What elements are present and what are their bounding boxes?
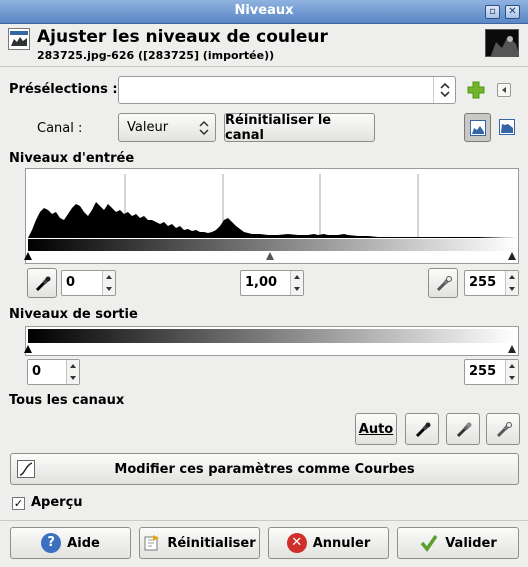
reset-label: Réinitialiser <box>167 535 256 551</box>
combo-arrows-icon <box>195 116 213 140</box>
footer-separator <box>0 520 528 521</box>
input-gamma-handle[interactable] <box>266 252 274 260</box>
cancel-label: Annuler <box>312 535 371 551</box>
spinner-arrows-icon[interactable] <box>505 271 518 295</box>
channel-combo[interactable]: Valeur <box>118 113 216 142</box>
input-gamma-spinner[interactable]: 1,00 <box>240 270 304 296</box>
minimize-icon: ▫ <box>489 6 496 17</box>
output-low-value: 0 <box>32 364 42 379</box>
pick-black-point-button[interactable] <box>27 268 57 298</box>
ok-button[interactable]: Valider <box>397 527 519 559</box>
help-button[interactable]: ? Aide <box>10 527 131 559</box>
reset-icon <box>143 534 161 552</box>
spinner-arrows-icon[interactable] <box>102 271 115 295</box>
spinner-arrows-icon[interactable] <box>66 360 79 384</box>
reset-channel-button[interactable]: Réinitialiser le canal <box>224 113 375 143</box>
input-high-value: 255 <box>469 275 497 290</box>
eyedropper-black-icon <box>414 421 432 443</box>
all-channels-label: Tous les canaux <box>9 393 125 408</box>
pick-white-point-button[interactable] <box>428 268 458 298</box>
output-low-handle[interactable] <box>24 345 32 353</box>
output-gradient-frame[interactable] <box>24 326 519 356</box>
dialog-title: Ajuster les niveaux de couleur <box>37 27 328 47</box>
header-separator <box>0 66 528 67</box>
input-low-spinner[interactable]: 0 <box>61 270 116 296</box>
help-icon: ? <box>41 533 62 553</box>
checkmark-icon <box>419 533 439 553</box>
presets-label: Présélections : <box>9 82 118 97</box>
input-gradient <box>28 239 516 251</box>
histogram-log-button[interactable] <box>494 113 521 142</box>
eyedropper-white-icon <box>435 275 453 297</box>
input-high-handle[interactable] <box>508 252 516 260</box>
cancel-button[interactable]: ✕ Annuler <box>268 527 389 559</box>
edit-as-curves-button[interactable]: Modifier ces paramètres comme Courbes <box>10 453 519 485</box>
input-low-handle[interactable] <box>24 252 32 260</box>
output-levels-label: Niveaux de sortie <box>9 307 138 322</box>
channel-value: Valeur <box>127 120 169 135</box>
histogram-log-icon <box>499 119 515 139</box>
curves-icon <box>17 460 35 478</box>
eyedropper-gray-icon <box>455 421 473 443</box>
all-pick-white-button[interactable] <box>486 413 520 445</box>
spinner-arrows-icon[interactable] <box>290 271 303 295</box>
window-title: Niveaux <box>234 3 294 18</box>
input-histogram-frame[interactable] <box>24 168 519 264</box>
minimize-button[interactable]: ▫ <box>485 5 500 19</box>
plus-icon[interactable] <box>466 80 486 100</box>
auto-button[interactable]: Auto <box>355 413 397 445</box>
help-label: Aide <box>67 535 100 551</box>
input-histogram <box>28 174 516 238</box>
presets-combo[interactable] <box>118 76 456 104</box>
image-thumbnail <box>485 29 519 57</box>
close-icon: ✕ <box>508 6 517 17</box>
edit-as-curves-label: Modifier ces paramètres comme Courbes <box>114 461 415 477</box>
window-titlebar[interactable]: Niveaux ▫ ✕ <box>0 0 528 24</box>
input-high-spinner[interactable]: 255 <box>464 270 519 296</box>
checkmark-icon: ✓ <box>13 497 24 510</box>
ok-label: Valider <box>445 535 497 551</box>
combo-arrows-icon <box>433 77 455 103</box>
histogram-linear-icon <box>470 120 486 140</box>
eyedropper-white-icon <box>495 421 513 443</box>
output-high-handle[interactable] <box>508 345 516 353</box>
menu-arrow-icon[interactable] <box>497 83 511 97</box>
all-pick-gray-button[interactable] <box>446 413 480 445</box>
output-high-value: 255 <box>469 364 497 379</box>
close-button[interactable]: ✕ <box>505 5 520 19</box>
input-levels-label: Niveaux d'entrée <box>9 151 135 166</box>
channel-label: Canal : <box>37 121 83 136</box>
input-low-value: 0 <box>66 275 76 290</box>
image-subtitle: 283725.jpg-626 ([283725] (importée)) <box>37 49 275 62</box>
output-gradient <box>28 329 516 343</box>
levels-icon <box>8 28 30 50</box>
input-gamma-value: 1,00 <box>245 275 278 290</box>
reset-button[interactable]: Réinitialiser <box>139 527 260 559</box>
histogram-linear-button[interactable] <box>464 113 491 142</box>
eyedropper-black-icon <box>34 275 52 297</box>
preview-label[interactable]: Aperçu <box>31 495 83 510</box>
spinner-arrows-icon[interactable] <box>505 360 518 384</box>
output-low-spinner[interactable]: 0 <box>27 359 80 385</box>
output-high-spinner[interactable]: 255 <box>464 359 519 385</box>
preview-checkbox[interactable]: ✓ <box>12 497 25 510</box>
cancel-icon: ✕ <box>286 533 307 553</box>
all-pick-black-button[interactable] <box>405 413 439 445</box>
